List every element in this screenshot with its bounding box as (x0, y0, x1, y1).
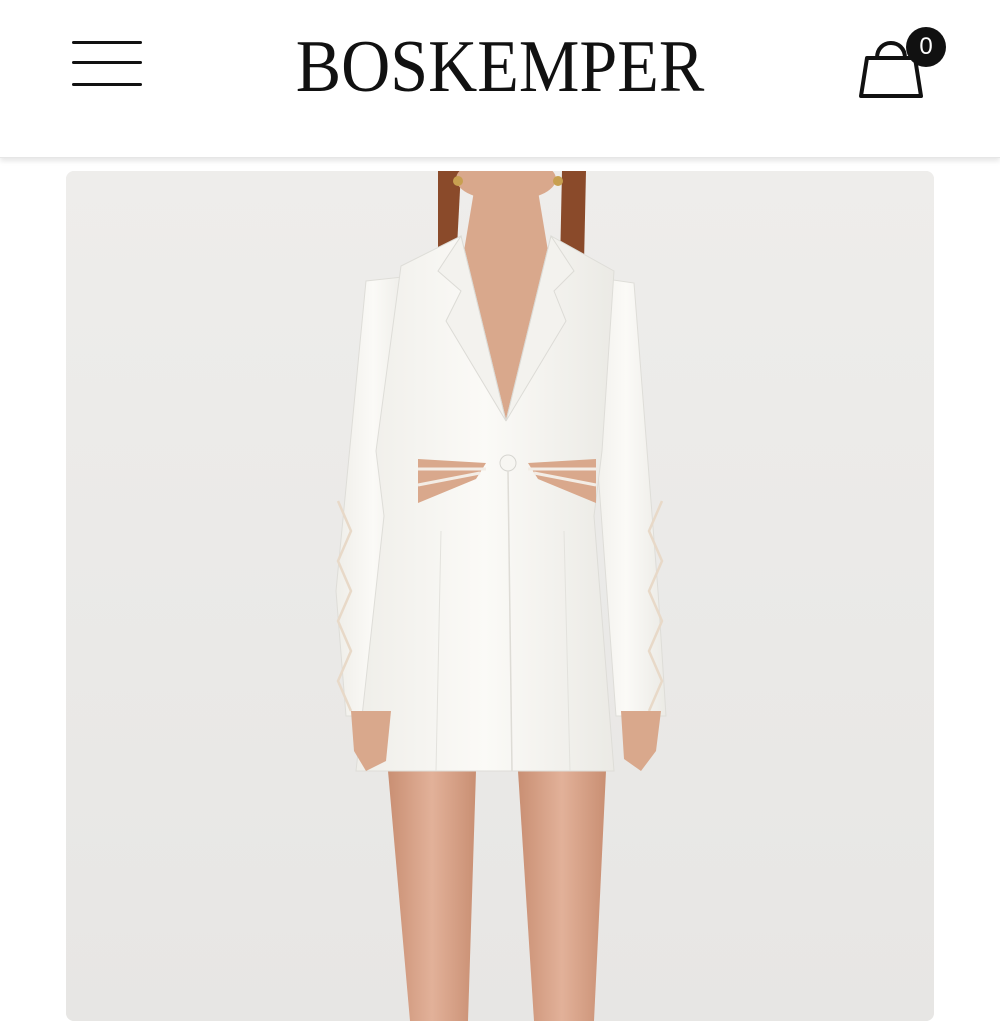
menu-bar (72, 83, 142, 86)
cart-count-badge: 0 (906, 27, 946, 67)
brand-logo[interactable]: BOSKEMPER (242, 22, 757, 112)
site-header: BOSKEMPER 0 (0, 0, 1000, 158)
hamburger-menu-icon[interactable] (70, 38, 144, 90)
product-photo[interactable] (66, 171, 934, 1021)
menu-bar (72, 41, 142, 44)
menu-bar (72, 61, 142, 64)
cart-button[interactable]: 0 (855, 24, 951, 104)
product-photo-illustration (66, 171, 934, 1021)
